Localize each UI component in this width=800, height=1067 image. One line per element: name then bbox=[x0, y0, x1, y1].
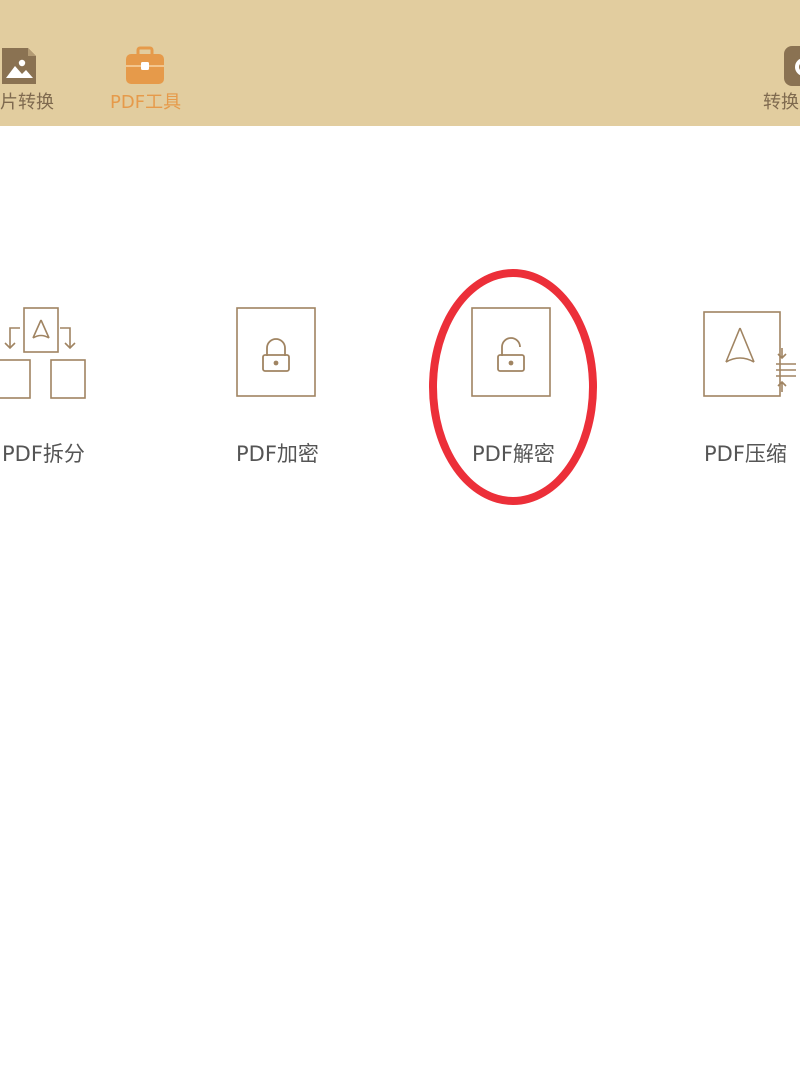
nav-label-image-convert: 片转换 bbox=[0, 92, 54, 113]
image-icon bbox=[2, 48, 36, 84]
tool-label-pdf-encrypt: PDF加密 bbox=[236, 442, 319, 466]
top-nav-bar: 片转换 PDF工具 转换 bbox=[0, 0, 800, 126]
tool-pdf-encrypt[interactable]: PDF加密 bbox=[230, 306, 330, 476]
unlock-icon bbox=[471, 307, 551, 397]
history-icon bbox=[784, 46, 800, 86]
nav-item-history[interactable]: 转换 bbox=[760, 0, 800, 126]
tool-label-pdf-decrypt: PDF解密 bbox=[472, 442, 555, 466]
tool-pdf-compress[interactable]: PDF压缩 bbox=[700, 306, 800, 476]
nav-label-pdf-tools: PDF工具 bbox=[110, 92, 182, 113]
pdf-compress-icon bbox=[703, 311, 796, 397]
lock-icon bbox=[236, 307, 316, 397]
tool-label-pdf-split: PDF拆分 bbox=[2, 442, 85, 466]
tool-pdf-decrypt[interactable]: PDF解密 bbox=[466, 306, 566, 476]
tool-pdf-split[interactable]: PDF拆分 bbox=[0, 306, 110, 476]
nav-item-pdf-tools[interactable]: PDF工具 bbox=[108, 0, 184, 126]
nav-item-image-convert[interactable]: 片转换 bbox=[0, 0, 70, 126]
tool-label-pdf-compress: PDF压缩 bbox=[704, 442, 787, 466]
briefcase-icon bbox=[126, 46, 164, 84]
nav-label-history: 转换 bbox=[763, 92, 799, 113]
pdf-split-icon bbox=[0, 307, 86, 399]
